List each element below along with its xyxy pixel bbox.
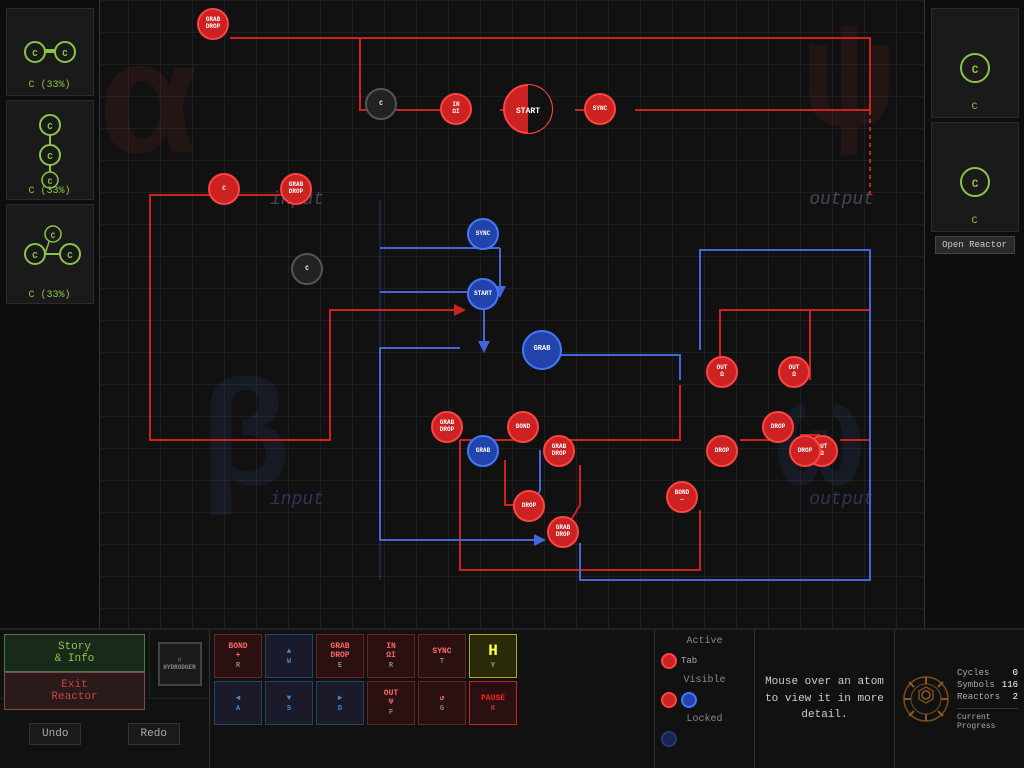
layer-row-locked [661, 731, 748, 747]
undo-button[interactable]: Undo [29, 723, 81, 745]
tool-out[interactable]: OUTΨ F [367, 681, 415, 725]
node-bond-minus[interactable]: BOND— [666, 481, 698, 513]
svg-text:C: C [47, 122, 53, 132]
reactor-emblem-icon [901, 674, 951, 724]
node-grab-drop-4[interactable]: GRABDROP [543, 435, 575, 467]
svg-text:C: C [50, 232, 55, 241]
tool-arrow-up[interactable]: ▲ W [265, 634, 313, 678]
tool-arrow-right[interactable]: ► D [316, 681, 364, 725]
node-grab-blue-2[interactable]: GRAB [467, 435, 499, 467]
node-start-red[interactable]: START [502, 83, 554, 135]
svg-text:START: START [516, 107, 540, 116]
svg-text:C: C [32, 49, 38, 59]
right-panel: C C C C Open Reactor [924, 0, 1024, 628]
svg-text:C: C [62, 49, 68, 59]
svg-text:C: C [67, 251, 73, 261]
node-sync-blue[interactable]: SYNC [467, 218, 499, 250]
node-c-3[interactable]: C [291, 253, 323, 285]
layer-row-visible [661, 692, 748, 708]
left-panel: C C C (33%) C C C C (33%) [0, 0, 100, 628]
reactors-label: Reactors [957, 692, 1000, 702]
node-out-1[interactable]: OUTΩ [706, 356, 738, 388]
node-drop-4[interactable]: DROP [513, 490, 545, 522]
svg-text:C: C [971, 65, 978, 77]
stats-area: Cycles 0 Symbols 116 Reactors 2 Current … [894, 630, 1024, 768]
info-area: Mouse over an atom to view it in more de… [754, 630, 894, 768]
node-drop-3[interactable]: DROP [789, 435, 821, 467]
molecule-box-1: C C C (33%) [6, 8, 94, 96]
svg-text:C: C [47, 152, 53, 162]
toolbar-row-1: BOND+ R ▲ W GRABDROP E INΩI R SYNC T H Y [214, 634, 650, 678]
hydrodger-box: H HYDRODGER [158, 642, 202, 686]
node-grab-drop-5[interactable]: GRABDROP [547, 516, 579, 548]
layer-row-active: Tab [661, 653, 748, 669]
game-area: α ψ β ω input output input output [0, 0, 1024, 628]
cycles-value: 0 [1013, 668, 1018, 678]
symbols-value: 116 [1002, 680, 1018, 690]
bottom-left: Story& Info ExitReactor H HYDRODGER Undo… [0, 630, 210, 768]
output-box-2: C C [931, 122, 1019, 232]
tool-arrow-down[interactable]: ▼ S [265, 681, 313, 725]
redo-button[interactable]: Redo [128, 723, 180, 745]
layer-circle-blue-visible[interactable] [681, 692, 697, 708]
stat-progress: Current Progress [957, 708, 1018, 731]
node-grab-drop-3[interactable]: GRABDROP [431, 411, 463, 443]
bottom-bar: Story& Info ExitReactor H HYDRODGER Undo… [0, 628, 1024, 768]
info-text: Mouse over an atom to view it in more de… [761, 674, 888, 724]
svg-text:C: C [971, 179, 978, 191]
layer-circle-red-visible[interactable] [661, 692, 677, 708]
tool-in[interactable]: INΩI R [367, 634, 415, 678]
output-box-1: C C [931, 8, 1019, 118]
input-beta-label: input [270, 490, 324, 510]
tool-grab-drop[interactable]: GRABDROP E [316, 634, 364, 678]
tool-arrow-left[interactable]: ◄ A [214, 681, 262, 725]
tool-rotate[interactable]: ↺ G [418, 681, 466, 725]
stats-list: Cycles 0 Symbols 116 Reactors 2 Current … [957, 636, 1018, 762]
node-grab-drop-1[interactable]: GRABDROP [197, 8, 229, 40]
stat-reactors: Reactors 2 [957, 692, 1018, 702]
stat-symbols: Symbols 116 [957, 680, 1018, 690]
open-reactor-button[interactable]: Open Reactor [935, 236, 1015, 254]
node-grab-blue[interactable]: GRAB [522, 330, 562, 370]
node-drop-1[interactable]: DROP [762, 411, 794, 443]
cycles-label: Cycles [957, 668, 989, 678]
output-beta-label: output [809, 490, 874, 510]
tool-bond-plus[interactable]: BOND+ R [214, 634, 262, 678]
node-in-1[interactable]: INΩI [440, 93, 472, 125]
layer-visible-label: Visible [661, 675, 748, 686]
node-grab-drop-2[interactable]: GRABDROP [280, 173, 312, 205]
node-out-2[interactable]: OUTΩ [778, 356, 810, 388]
tool-sync[interactable]: SYNC T [418, 634, 466, 678]
layer-circle-blue-locked[interactable] [661, 731, 677, 747]
molecule-box-3: C C C C (33%) [6, 204, 94, 304]
output-label-1: C [971, 102, 977, 113]
layer-controls-title: Active [661, 636, 748, 647]
toolbar-row-2: ◄ A ▼ S ► D OUTΨ F ↺ G PAUSE K [214, 681, 650, 725]
tool-pause[interactable]: PAUSE K [469, 681, 517, 725]
node-drop-2[interactable]: DROP [706, 435, 738, 467]
node-bond[interactable]: BOND [507, 411, 539, 443]
input-label-2: C (33%) [28, 186, 70, 197]
reactors-value: 2 [1013, 692, 1018, 702]
layer-locked-label: Locked [661, 714, 748, 725]
stat-cycles: Cycles 0 [957, 668, 1018, 678]
molecule-box-2: C C C C (33%) [6, 100, 94, 200]
progress-label: Current Progress [957, 713, 1018, 731]
layer-controls: Active Tab Visible Locked [654, 630, 754, 768]
node-c-1[interactable]: C [365, 88, 397, 120]
node-sync-1[interactable]: SYNC [584, 93, 616, 125]
symbols-label: Symbols [957, 680, 995, 690]
input-label-1: C (33%) [28, 80, 70, 91]
svg-text:C: C [32, 251, 38, 261]
toolbar-area: BOND+ R ▲ W GRABDROP E INΩI R SYNC T H Y [210, 630, 654, 768]
node-c-2[interactable]: C [208, 173, 240, 205]
layer-circle-red-active[interactable] [661, 653, 677, 669]
node-start-blue[interactable]: START [467, 278, 499, 310]
output-alpha-label: output [809, 190, 874, 210]
tool-h[interactable]: H Y [469, 634, 517, 678]
input-label-3: C (33%) [28, 290, 70, 301]
layer-tab-indicator: Tab [681, 656, 697, 666]
story-info-button[interactable]: Story& Info [4, 634, 145, 672]
output-label-2: C [971, 216, 977, 227]
